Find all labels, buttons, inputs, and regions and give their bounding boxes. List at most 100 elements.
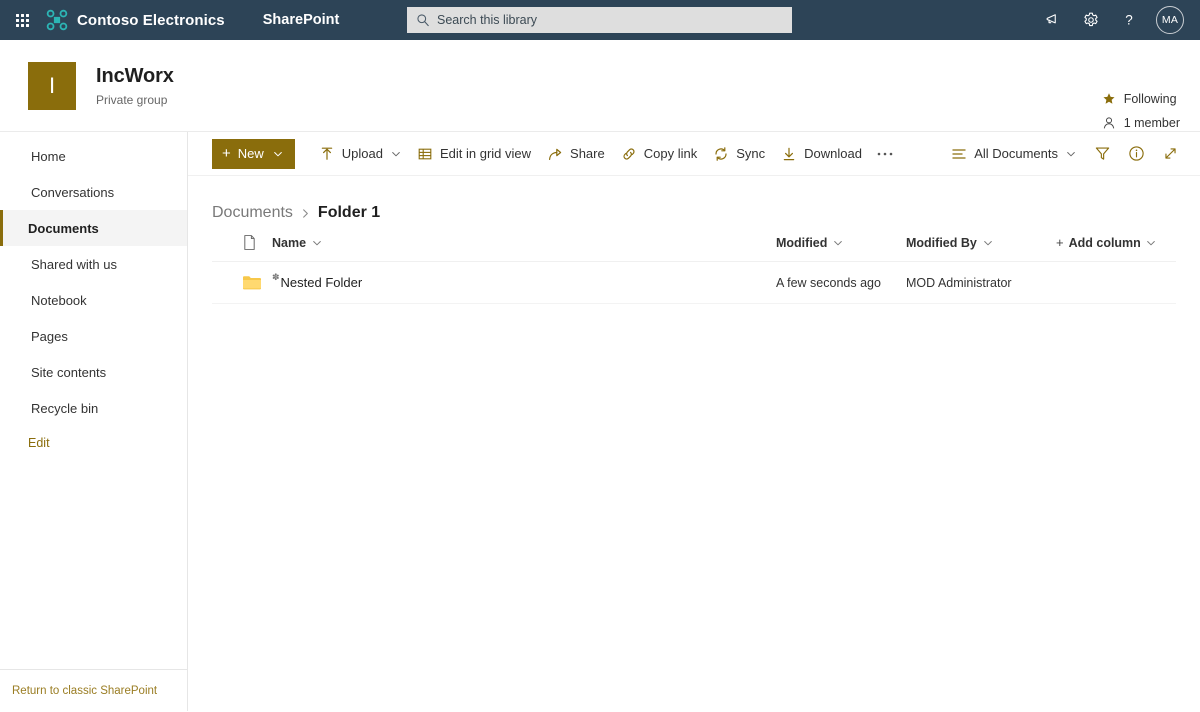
more-commands-button[interactable] (870, 138, 900, 170)
user-avatar-button[interactable]: MA (1148, 0, 1192, 40)
details-info-button[interactable] (1120, 138, 1152, 170)
upload-icon (319, 146, 335, 162)
table-row[interactable]: ✽Nested FolderA few seconds ago MOD Admin… (212, 262, 1176, 304)
site-logo: I (28, 62, 76, 110)
row-name-cell[interactable]: ✽Nested Folder (272, 275, 776, 290)
sidebar-item-documents[interactable]: Documents (0, 210, 187, 246)
page-layout: Home Conversations Documents Shared with us… (0, 132, 1200, 711)
modified-value: A few seconds ago (776, 276, 881, 290)
chevron-down-icon (1066, 149, 1076, 159)
modified-column-header[interactable]: Modified (776, 236, 906, 250)
sidebar-item-label: Documents (28, 221, 99, 236)
share-icon (547, 146, 563, 162)
download-icon (781, 146, 797, 162)
breadcrumb-current-folder[interactable]: Folder 1 (318, 204, 380, 222)
row-icon-cell (242, 274, 272, 291)
page-title[interactable]: IncWorx (96, 64, 174, 88)
sidebar-item-pages[interactable]: Pages (0, 318, 187, 354)
file-type-column-header[interactable] (242, 234, 272, 251)
nav-edit-link[interactable]: Edit (0, 426, 187, 460)
command-bar: + New Upload Edit in grid view Share Copy l… (188, 132, 1200, 176)
sharepoint-app-link[interactable]: SharePoint (263, 12, 340, 28)
chevron-down-icon (833, 238, 843, 248)
breadcrumb: Documents Folder 1 (188, 176, 1200, 228)
filters-button[interactable] (1086, 138, 1118, 170)
return-to-classic-sharepoint-link[interactable]: Return to classic SharePoint (12, 685, 157, 697)
upload-button[interactable]: Upload (311, 138, 409, 170)
brand-name-label: Contoso Electronics (77, 12, 225, 29)
edit-in-grid-view-button[interactable]: Edit in grid view (409, 138, 539, 170)
search-icon (416, 13, 430, 27)
sidebar-item-label: Home (31, 149, 66, 164)
search-box[interactable] (407, 7, 792, 33)
expand-button[interactable] (1154, 138, 1186, 170)
sidebar-item-label: Site contents (31, 365, 106, 380)
new-button-label: New (238, 146, 264, 161)
gear-icon (1082, 11, 1100, 29)
main-content: + New Upload Edit in grid view Share Copy l… (188, 132, 1200, 711)
help-button[interactable]: ? (1110, 0, 1148, 40)
name-column-header[interactable]: Name (272, 236, 776, 250)
folder-icon (242, 274, 262, 291)
file-name-link[interactable]: Nested Folder (281, 275, 363, 290)
sidebar-item-label: Conversations (31, 185, 114, 200)
link-icon (621, 146, 637, 162)
command-label: Download (804, 146, 862, 161)
column-header-row: Name Modified (212, 228, 1176, 262)
sidebar-item-conversations[interactable]: Conversations (0, 174, 187, 210)
command-label: Copy link (644, 146, 697, 161)
chevron-down-icon (1146, 238, 1156, 248)
person-icon (1102, 116, 1116, 130)
search-input[interactable] (437, 13, 783, 27)
copy-link-button[interactable]: Copy link (613, 138, 705, 170)
document-library: Name Modified (188, 228, 1200, 304)
sync-icon (713, 146, 729, 162)
waffle-icon (16, 14, 29, 27)
sidebar-item-shared-with-us[interactable]: Shared with us (0, 246, 187, 282)
sidebar-item-home[interactable]: Home (0, 138, 187, 174)
following-label: Following (1124, 92, 1177, 106)
modified-by-column-label: Modified By (906, 236, 977, 250)
left-navigation: Home Conversations Documents Shared with us… (0, 132, 188, 711)
breadcrumb-root-link[interactable]: Documents (212, 204, 293, 222)
site-meta: Following 1 member (1102, 92, 1180, 130)
add-column-header[interactable]: + Add column (1056, 235, 1176, 250)
new-button[interactable]: + New (212, 139, 295, 169)
brand-home-link[interactable]: Contoso Electronics (44, 9, 231, 31)
command-label: Edit in grid view (440, 146, 531, 161)
command-bar-right: All Documents (943, 138, 1186, 170)
feedback-button[interactable] (1034, 0, 1072, 40)
sidebar-item-label: Notebook (31, 293, 87, 308)
sync-button[interactable]: Sync (705, 138, 773, 170)
download-button[interactable]: Download (773, 138, 870, 170)
sidebar-item-notebook[interactable]: Notebook (0, 282, 187, 318)
sidebar-item-recycle-bin[interactable]: Recycle bin (0, 390, 187, 426)
share-button[interactable]: Share (539, 138, 613, 170)
contoso-logo-icon (46, 9, 68, 31)
command-items: Upload Edit in grid view Share Copy link Syn… (311, 138, 870, 170)
sidebar-item-site-contents[interactable]: Site contents (0, 354, 187, 390)
following-button[interactable]: Following (1102, 92, 1177, 106)
filter-funnel-icon (1094, 145, 1111, 162)
nav-item-list: Home Conversations Documents Shared with us… (0, 138, 187, 426)
help-question-icon: ? (1120, 11, 1138, 29)
file-rows: ✽Nested FolderA few seconds ago MOD Admin… (212, 262, 1176, 304)
grid-view-icon (417, 146, 433, 162)
view-selector-button[interactable]: All Documents (943, 138, 1084, 170)
modified-column-label: Modified (776, 236, 827, 250)
app-launcher-button[interactable] (0, 0, 44, 40)
site-header: I IncWorx Private group Following 1 memb… (0, 40, 1200, 132)
settings-button[interactable] (1072, 0, 1110, 40)
expand-diagonal-icon (1162, 145, 1179, 162)
sidebar-item-label: Shared with us (31, 257, 117, 272)
row-modified-cell: A few seconds ago (776, 276, 906, 290)
site-title-block: IncWorx Private group (96, 64, 174, 108)
modified-by-column-header[interactable]: Modified By (906, 236, 1056, 250)
document-type-icon (242, 234, 257, 251)
suite-actions: ? MA (1034, 0, 1192, 40)
view-selector-label: All Documents (974, 146, 1058, 161)
members-button[interactable]: 1 member (1102, 116, 1180, 130)
chevron-down-icon (273, 149, 283, 159)
plus-icon: + (222, 146, 231, 161)
modified-by-value: MOD Administrator (906, 276, 1012, 290)
